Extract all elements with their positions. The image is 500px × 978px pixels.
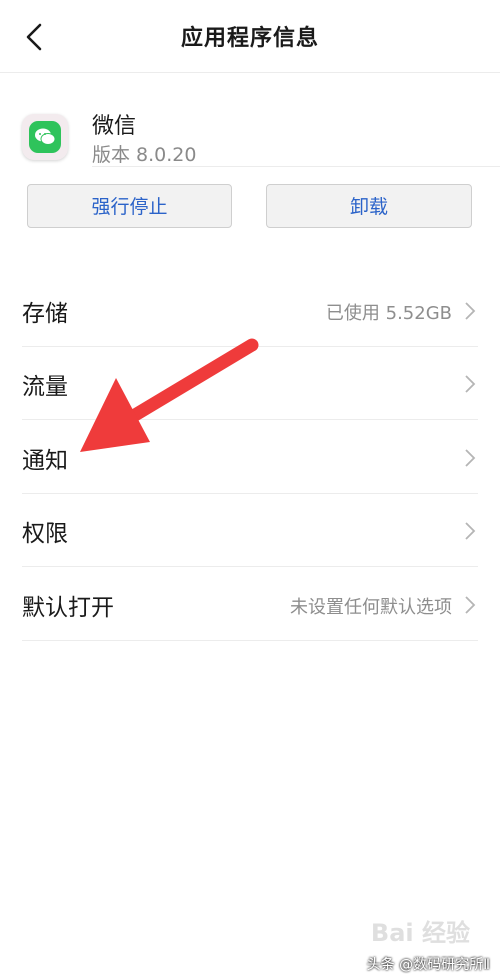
baidu-watermark: Bai 经验 [370,919,470,947]
chevron-right-icon [465,375,476,393]
row-label: 流量 [22,374,68,400]
row-label: 权限 [22,521,68,547]
app-info-section: 微信 版本 8.0.20 [0,72,500,168]
settings-row-permissions[interactable]: 权限 [22,494,478,567]
settings-row-data-usage[interactable]: 流量 [22,347,478,420]
row-label: 通知 [22,448,68,474]
row-label: 默认打开 [22,595,114,621]
wechat-icon [22,114,68,160]
app-name: 微信 [92,114,137,139]
row-value: 未设置任何默认选项 [290,597,452,618]
page-title: 应用程序信息 [180,26,319,51]
row-value: 已使用 5.52GB [325,303,452,324]
app-version: 版本 8.0.20 [92,144,197,166]
settings-row-notifications[interactable]: 通知 [22,421,478,494]
force-stop-button[interactable]: 强行停止 [27,184,232,228]
chevron-right-icon [465,302,476,320]
chevron-right-icon [465,522,476,540]
settings-row-default-open[interactable]: 默认打开 未设置任何默认选项 [22,568,478,641]
chevron-right-icon [465,449,476,467]
title-bar: 应用程序信息 [0,0,500,73]
settings-row-storage[interactable]: 存储 已使用 5.52GB [22,274,478,347]
chevron-right-icon [465,596,476,614]
uninstall-button[interactable]: 卸载 [266,184,472,228]
watermark: 头条 @数码研究所Ⅱ [366,957,490,973]
row-label: 存储 [22,301,68,327]
divider [92,166,500,167]
